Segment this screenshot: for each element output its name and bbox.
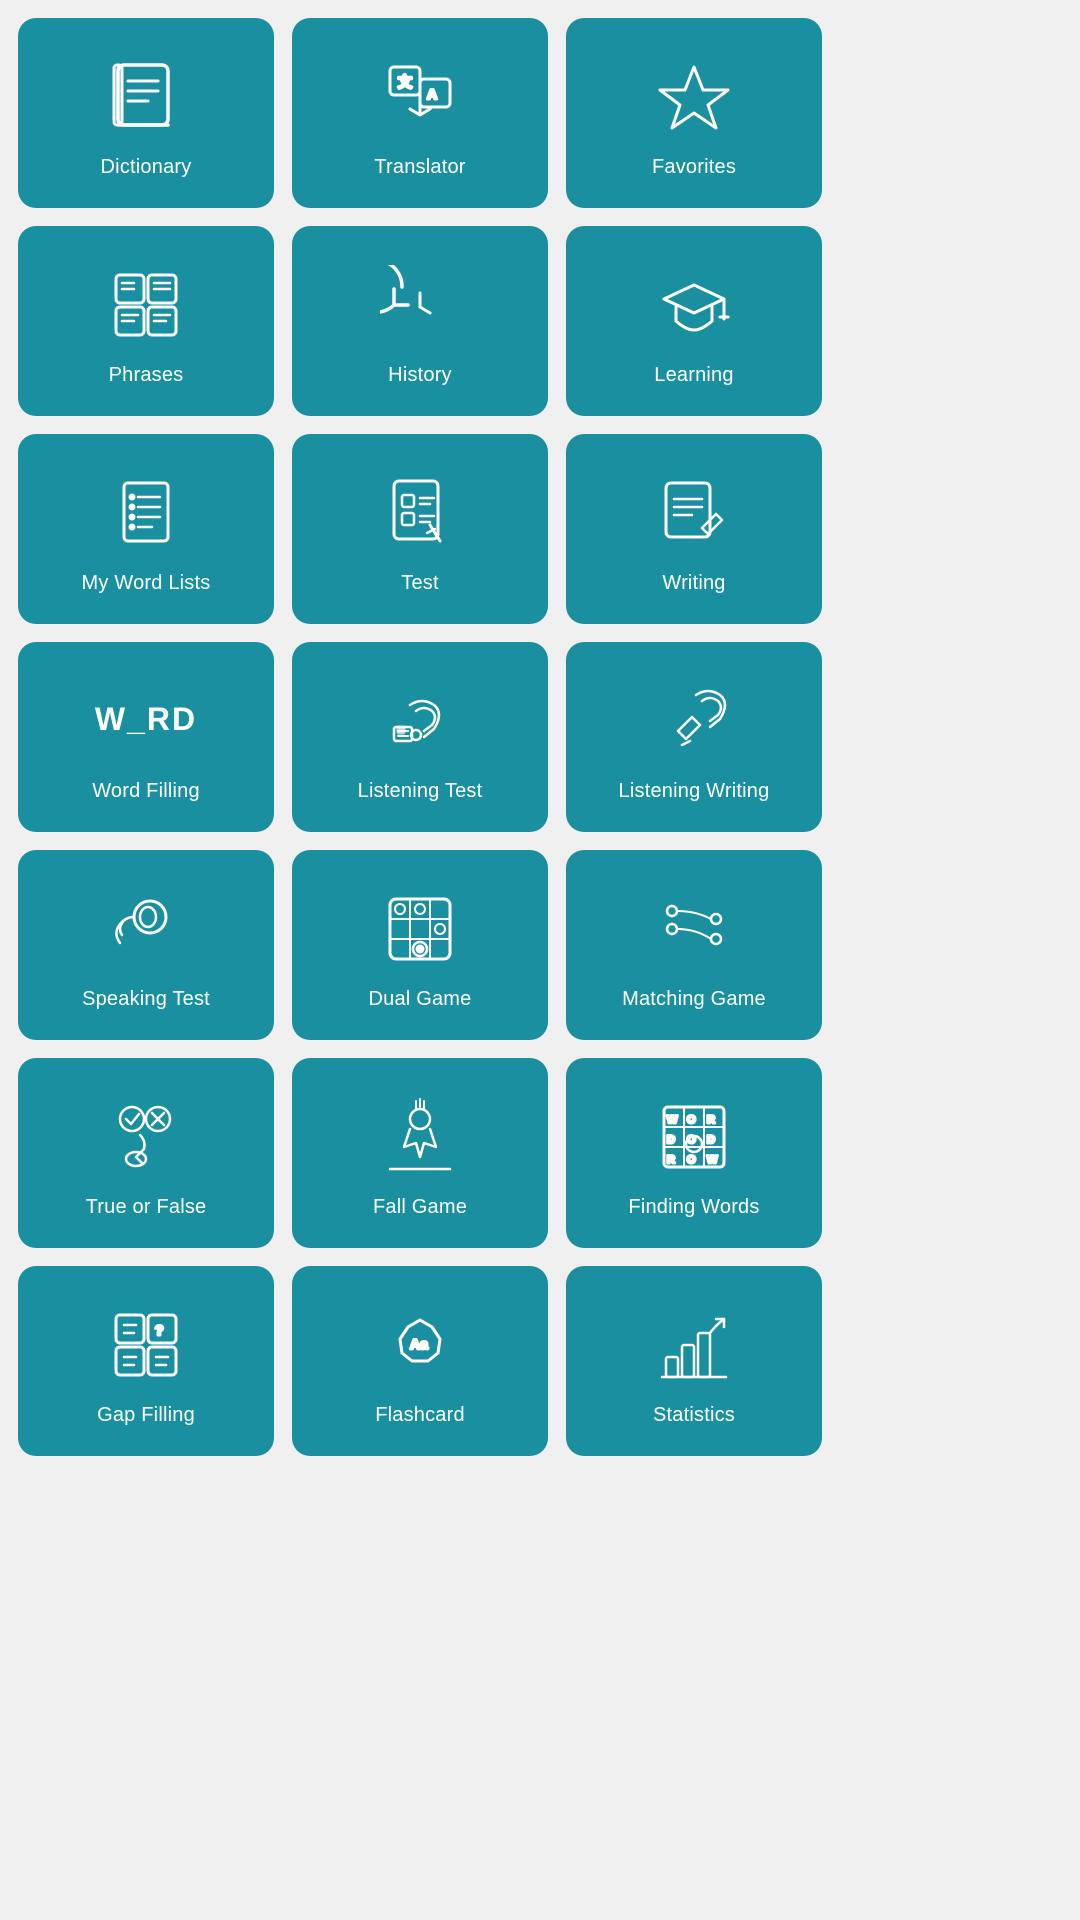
svg-text:O: O [687, 1114, 696, 1126]
phrases-label: Phrases [109, 364, 184, 387]
finding-words-icon: W O R D O D R O W [649, 1092, 739, 1182]
tile-my-word-lists[interactable]: My Word Lists [18, 434, 274, 624]
flashcard-label: Flashcard [375, 1404, 465, 1427]
my-word-lists-label: My Word Lists [82, 572, 211, 595]
svg-text:D: D [707, 1134, 715, 1146]
tile-writing[interactable]: Writing [566, 434, 822, 624]
tile-listening-test[interactable]: Listening Test [292, 642, 548, 832]
word-filling-icon: W_RD [101, 676, 191, 766]
word-filling-label: Word Filling [92, 780, 200, 803]
translator-icon: 文 A [375, 52, 465, 142]
listening-writing-icon [649, 676, 739, 766]
favorites-icon [649, 52, 739, 142]
finding-words-label: Finding Words [628, 1196, 759, 1219]
test-label: Test [401, 572, 438, 595]
svg-text:?: ? [155, 1322, 164, 1338]
tile-finding-words[interactable]: W O R D O D R O W Finding Words [566, 1058, 822, 1248]
svg-text:W: W [667, 1114, 678, 1126]
tile-statistics[interactable]: Statistics [566, 1266, 822, 1456]
matching-game-label: Matching Game [622, 988, 766, 1011]
tile-learning[interactable]: Learning [566, 226, 822, 416]
svg-text:R: R [707, 1114, 715, 1126]
history-icon [375, 260, 465, 350]
tile-true-or-false[interactable]: True or False [18, 1058, 274, 1248]
dictionary-icon [101, 52, 191, 142]
svg-text:Aa: Aa [410, 1336, 428, 1352]
test-icon [375, 468, 465, 558]
tile-matching-game[interactable]: Matching Game [566, 850, 822, 1040]
matching-game-icon [649, 884, 739, 974]
tile-gap-filling[interactable]: ? Gap Filling [18, 1266, 274, 1456]
writing-label: Writing [662, 572, 725, 595]
svg-text:W: W [707, 1154, 718, 1166]
listening-test-label: Listening Test [358, 780, 483, 803]
true-or-false-icon [101, 1092, 191, 1182]
tile-word-filling[interactable]: W_RD Word Filling [18, 642, 274, 832]
fall-game-label: Fall Game [373, 1196, 467, 1219]
tile-history[interactable]: History [292, 226, 548, 416]
main-grid: Dictionary 文 A Translator Favorites [0, 0, 840, 1474]
speaking-test-label: Speaking Test [82, 988, 210, 1011]
gap-filling-icon: ? [101, 1300, 191, 1390]
writing-icon [649, 468, 739, 558]
svg-text:O: O [687, 1154, 696, 1166]
learning-icon [649, 260, 739, 350]
svg-text:R: R [667, 1154, 675, 1166]
svg-text:D: D [667, 1134, 675, 1146]
svg-text:文: 文 [398, 74, 413, 90]
gap-filling-label: Gap Filling [97, 1404, 195, 1427]
tile-translator[interactable]: 文 A Translator [292, 18, 548, 208]
learning-label: Learning [654, 364, 733, 387]
favorites-label: Favorites [652, 156, 736, 179]
phrases-icon [101, 260, 191, 350]
statistics-icon [649, 1300, 739, 1390]
history-label: History [388, 364, 452, 387]
true-or-false-label: True or False [86, 1196, 207, 1219]
statistics-label: Statistics [653, 1404, 735, 1427]
tile-dictionary[interactable]: Dictionary [18, 18, 274, 208]
my-word-lists-icon [101, 468, 191, 558]
tile-listening-writing[interactable]: Listening Writing [566, 642, 822, 832]
tile-dual-game[interactable]: Dual Game [292, 850, 548, 1040]
fall-game-icon [375, 1092, 465, 1182]
dual-game-label: Dual Game [369, 988, 472, 1011]
tile-test[interactable]: Test [292, 434, 548, 624]
speaking-test-icon [101, 884, 191, 974]
tile-phrases[interactable]: Phrases [18, 226, 274, 416]
dual-game-icon [375, 884, 465, 974]
listening-writing-label: Listening Writing [619, 780, 770, 803]
listening-test-icon [375, 676, 465, 766]
tile-favorites[interactable]: Favorites [566, 18, 822, 208]
tile-speaking-test[interactable]: Speaking Test [18, 850, 274, 1040]
svg-text:A: A [427, 86, 437, 102]
tile-fall-game[interactable]: Fall Game [292, 1058, 548, 1248]
flashcard-icon: Aa [375, 1300, 465, 1390]
translator-label: Translator [374, 156, 465, 179]
dictionary-label: Dictionary [101, 156, 192, 179]
tile-flashcard[interactable]: Aa Flashcard [292, 1266, 548, 1456]
